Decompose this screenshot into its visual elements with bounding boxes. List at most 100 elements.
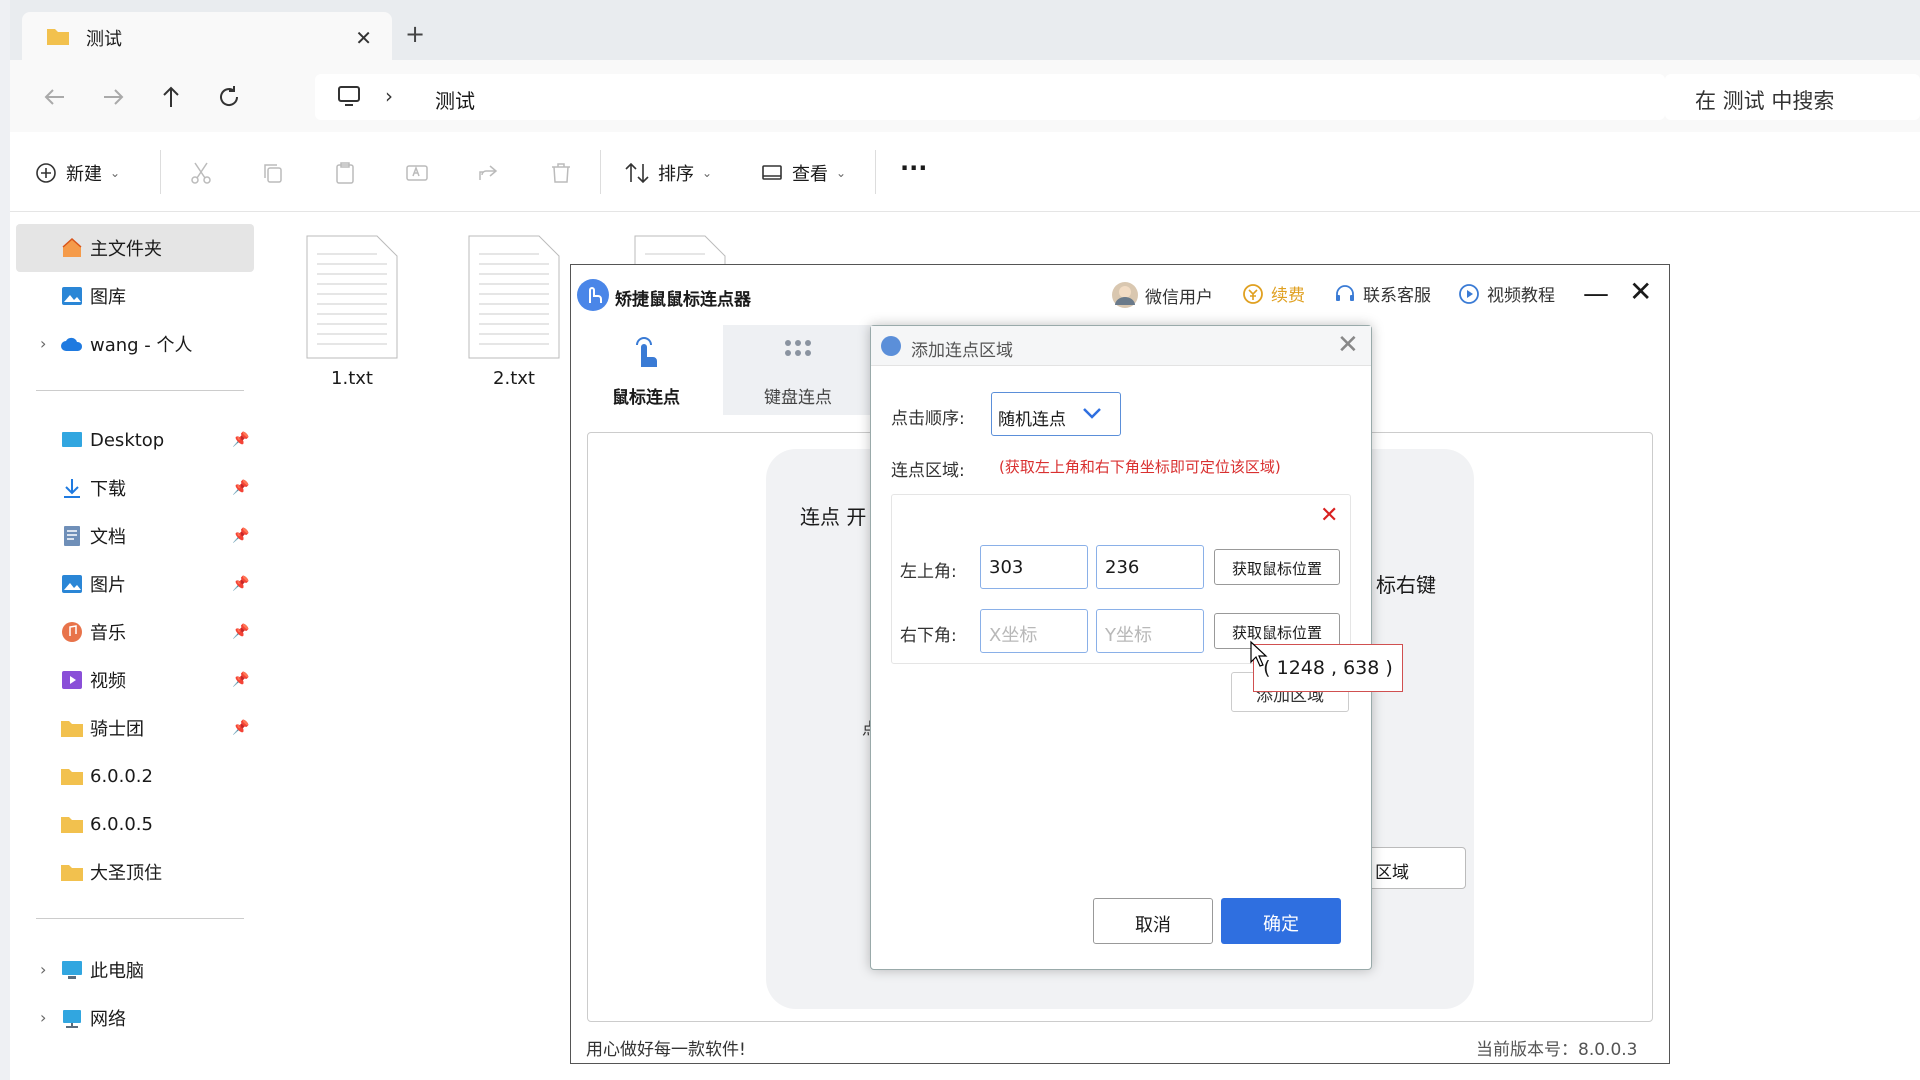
text-file-icon <box>634 235 726 264</box>
file-item[interactable]: 2.txt <box>464 234 564 389</box>
copy-icon[interactable] <box>260 160 286 186</box>
tab-close-icon[interactable]: ✕ <box>355 26 372 50</box>
view-button[interactable]: 查看 ⌄ <box>760 160 846 186</box>
sidebar-item-onedrive[interactable]: wang - 个人 <box>60 326 260 362</box>
tab-label: 键盘连点 <box>764 388 832 408</box>
chevron-down-icon: ⌄ <box>836 166 847 180</box>
pin-icon[interactable]: 📌 <box>232 432 249 448</box>
file-name: 2.txt <box>493 368 535 389</box>
bottom-right-x-input[interactable]: X坐标 <box>980 609 1088 653</box>
setting-label: 连点 开 <box>800 505 867 529</box>
sidebar-item-folder[interactable]: 骑士团 <box>60 710 260 746</box>
sidebar-item-desktop[interactable]: Desktop <box>60 422 260 458</box>
pin-icon[interactable]: 📌 <box>232 576 249 592</box>
top-left-y-input[interactable]: 236 <box>1096 545 1204 589</box>
sidebar-item-label: 6.0.0.2 <box>90 765 153 787</box>
sidebar-item-folder[interactable]: 6.0.0.5 <box>60 806 260 842</box>
navigation-pane: 主文件夹 图库 › wang - 个人 Desktop 📌 下载 📌 文档 📌 <box>10 212 254 1080</box>
sidebar-item-videos[interactable]: 视频 <box>60 662 260 698</box>
sidebar-item-network[interactable]: 网络 <box>60 1000 260 1036</box>
sort-button[interactable]: 排序 ⌄ <box>624 160 712 186</box>
address-bar[interactable]: › 测试 <box>315 74 1665 120</box>
minimize-icon[interactable]: — <box>1583 279 1609 309</box>
sidebar-item-music[interactable]: 音乐 <box>60 614 260 650</box>
close-icon[interactable]: ✕ <box>1629 275 1652 308</box>
forward-icon[interactable] <box>98 82 128 112</box>
paste-icon[interactable] <box>332 160 358 186</box>
area-entry: ✕ 左上角: 303 236 获取鼠标位置 右下角: X坐标 Y坐标 获取鼠标位… <box>891 494 1351 664</box>
desktop-icon <box>62 432 82 447</box>
chevron-right-icon[interactable]: › <box>40 334 46 353</box>
customer-service-button[interactable]: 联系客服 <box>1333 281 1431 306</box>
search-input[interactable]: 在 测试 中搜索 <box>1665 74 1920 120</box>
pin-icon[interactable]: 📌 <box>232 528 249 544</box>
chevron-right-icon[interactable]: › <box>40 960 46 979</box>
file-item[interactable]: 1.txt <box>302 234 402 389</box>
tab-test-folder[interactable]: 测试 ✕ <box>22 12 392 60</box>
new-tab-button[interactable]: + <box>405 20 425 48</box>
click-order-value: 随机连点 <box>998 410 1066 430</box>
tab-mouse-click[interactable]: 鼠标连点 <box>571 325 721 415</box>
document-icon <box>64 526 80 546</box>
coordinate-tooltip: ( 1248 , 638 ) <box>1253 644 1403 692</box>
pin-icon[interactable]: 📌 <box>232 624 249 640</box>
app-title: 矫捷鼠鼠标连点器 <box>615 290 751 310</box>
renew-button[interactable]: 续费 <box>1241 281 1305 306</box>
file-item[interactable] <box>630 234 730 264</box>
tab-label: 鼠标连点 <box>612 388 680 408</box>
sidebar-item-folder[interactable]: 大圣顶住 <box>60 854 260 890</box>
close-icon[interactable]: ✕ <box>1337 330 1359 360</box>
rename-icon[interactable] <box>404 160 430 186</box>
plus-circle-icon <box>36 163 56 183</box>
sidebar-item-downloads[interactable]: 下载 <box>60 470 260 506</box>
bottom-right-y-input[interactable]: Y坐标 <box>1096 609 1204 653</box>
sidebar-item-label: 大圣顶住 <box>90 863 162 884</box>
divider <box>160 150 161 194</box>
gallery-icon <box>62 287 82 305</box>
more-options-button[interactable]: ··· <box>900 154 927 182</box>
view-label: 查看 <box>792 164 828 185</box>
sidebar-item-label: 视频 <box>90 671 126 692</box>
sort-icon <box>625 162 649 184</box>
refresh-icon[interactable] <box>214 82 244 112</box>
pin-icon[interactable]: 📌 <box>232 672 249 688</box>
pin-icon[interactable]: 📌 <box>232 720 249 736</box>
view-icon <box>762 165 782 180</box>
sidebar-item-pictures[interactable]: 图片 <box>60 566 260 602</box>
tab-keyboard-click[interactable]: 键盘连点 <box>723 325 873 415</box>
share-icon[interactable] <box>476 160 502 186</box>
area-hint: (获取左上角和右下角坐标即可定位该区域) <box>999 458 1281 476</box>
sidebar-item-folder[interactable]: 6.0.0.2 <box>60 758 260 794</box>
chevron-right-icon[interactable]: › <box>40 1008 46 1027</box>
sidebar-item-home[interactable]: 主文件夹 <box>60 230 260 266</box>
home-icon <box>62 237 82 257</box>
up-icon[interactable] <box>156 82 186 112</box>
sidebar-item-this-pc[interactable]: 此电脑 <box>60 952 260 988</box>
video-tutorial-button[interactable]: 视频教程 <box>1457 281 1555 306</box>
sidebar-item-label: Desktop <box>90 429 165 451</box>
command-bar: 新建 ⌄ 排序 ⌄ 查看 ⌄ ··· <box>10 132 1920 212</box>
back-icon[interactable] <box>40 82 70 112</box>
delete-icon[interactable] <box>548 160 574 186</box>
user-menu[interactable]: 微信用户 <box>1111 281 1213 309</box>
top-left-x-input[interactable]: 303 <box>980 545 1088 589</box>
area-button[interactable]: 区域 <box>1366 847 1466 889</box>
play-icon <box>1459 283 1479 304</box>
delete-icon[interactable]: ✕ <box>1320 503 1338 528</box>
breadcrumb-current[interactable]: 测试 <box>435 85 475 114</box>
pin-icon[interactable]: 📌 <box>232 480 249 496</box>
computer-icon <box>62 961 82 979</box>
sidebar-item-documents[interactable]: 文档 <box>60 518 260 554</box>
ok-button[interactable]: 确定 <box>1221 898 1341 944</box>
click-order-select[interactable]: 随机连点 <box>991 392 1121 436</box>
sidebar-item-gallery[interactable]: 图库 <box>60 278 260 314</box>
cut-icon[interactable] <box>188 160 214 186</box>
sidebar-item-label: 图片 <box>90 575 126 596</box>
click-area-label: 连点区域: <box>891 461 965 481</box>
music-icon <box>62 622 82 642</box>
cancel-button[interactable]: 取消 <box>1093 898 1213 944</box>
mouse-cursor-icon <box>1250 640 1268 667</box>
get-mouse-position-button[interactable]: 获取鼠标位置 <box>1214 549 1340 585</box>
folder-icon <box>61 865 83 881</box>
new-button[interactable]: 新建 ⌄ <box>34 160 120 186</box>
